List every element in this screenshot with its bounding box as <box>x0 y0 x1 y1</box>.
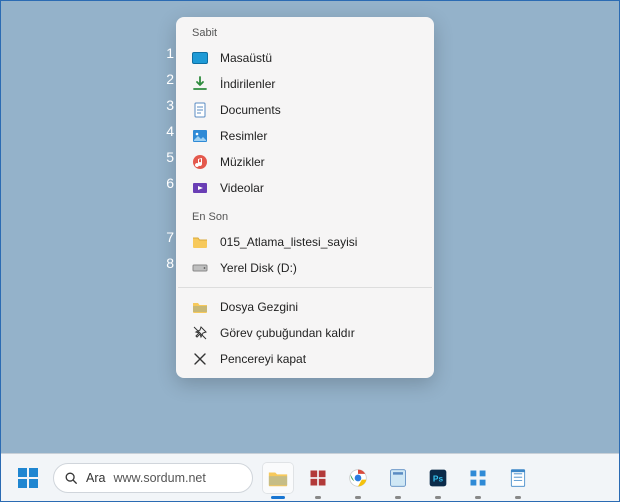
desktop-icon <box>192 50 208 66</box>
svg-text:Ps: Ps <box>433 473 444 483</box>
pinned-item-videos[interactable]: Videolar <box>178 175 432 201</box>
search-icon <box>64 471 78 485</box>
pinned-header: Sabit <box>178 23 432 45</box>
pinned-item-label: İndirilenler <box>220 77 275 91</box>
taskbar-item-explorer[interactable] <box>263 463 293 493</box>
task-close-window[interactable]: Pencereyi kapat <box>178 346 432 372</box>
search-term: www.sordum.net <box>113 471 205 485</box>
row-number: 6 <box>156 175 174 191</box>
task-label: Dosya Gezgini <box>220 300 298 314</box>
start-button[interactable] <box>13 463 43 493</box>
pinned-item-label: Documents <box>220 103 281 117</box>
row-number: 7 <box>156 229 174 245</box>
recent-header: En Son <box>178 207 432 229</box>
row-number: 8 <box>156 255 174 271</box>
video-icon <box>192 180 208 196</box>
recent-item-label: Yerel Disk (D:) <box>220 261 297 275</box>
close-icon <box>192 351 208 367</box>
row-number: 5 <box>156 149 174 165</box>
unpin-icon <box>192 325 208 341</box>
running-indicator <box>395 496 401 499</box>
task-label: Görev çubuğundan kaldır <box>220 326 355 340</box>
pinned-item-downloads[interactable]: İndirilenler <box>178 71 432 97</box>
document-icon <box>192 102 208 118</box>
running-indicator <box>355 496 361 499</box>
pinned-item-desktop[interactable]: Masaüstü <box>178 45 432 71</box>
running-indicator <box>315 496 321 499</box>
pinned-item-documents[interactable]: Documents <box>178 97 432 123</box>
taskbar-item-app-blocks[interactable] <box>463 463 493 493</box>
taskbar-item-chrome[interactable] <box>343 463 373 493</box>
task-open-explorer[interactable]: Dosya Gezgini <box>178 294 432 320</box>
recent-item-label: 015_Atlama_listesi_sayisi <box>220 235 357 249</box>
folder-icon <box>192 234 208 250</box>
running-indicator <box>515 496 521 499</box>
search-label: Ara <box>86 471 105 485</box>
pictures-icon <box>192 128 208 144</box>
pinned-item-pictures[interactable]: Resimler <box>178 123 432 149</box>
recent-item-folder[interactable]: 015_Atlama_listesi_sayisi <box>178 229 432 255</box>
taskbar-search[interactable]: Ara www.sordum.net <box>53 463 253 493</box>
pinned-item-music[interactable]: Müzikler <box>178 149 432 175</box>
row-number: 4 <box>156 123 174 139</box>
row-number: 3 <box>156 97 174 113</box>
task-label: Pencereyi kapat <box>220 352 306 366</box>
pinned-item-label: Müzikler <box>220 155 265 169</box>
taskbar-item-photoshop[interactable]: Ps <box>423 463 453 493</box>
jumplist-panel: Sabit 1 Masaüstü 2 İndirilenler 3 Docume… <box>176 17 434 378</box>
recent-item-drive[interactable]: Yerel Disk (D:) <box>178 255 432 281</box>
task-unpin[interactable]: Görev çubuğundan kaldır <box>178 320 432 346</box>
taskbar: Ara www.sordum.net Ps <box>1 453 619 501</box>
taskbar-item-app-red[interactable] <box>303 463 333 493</box>
taskbar-item-notepad[interactable] <box>503 463 533 493</box>
pinned-item-label: Resimler <box>220 129 267 143</box>
pinned-item-label: Masaüstü <box>220 51 272 65</box>
separator <box>178 287 432 288</box>
music-icon <box>192 154 208 170</box>
running-indicator <box>475 496 481 499</box>
explorer-icon <box>192 299 208 315</box>
download-icon <box>192 76 208 92</box>
row-number: 1 <box>156 45 174 61</box>
running-indicator <box>271 496 285 499</box>
pinned-item-label: Videolar <box>220 181 264 195</box>
running-indicator <box>435 496 441 499</box>
drive-icon <box>192 260 208 276</box>
taskbar-item-app-blue[interactable] <box>383 463 413 493</box>
row-number: 2 <box>156 71 174 87</box>
